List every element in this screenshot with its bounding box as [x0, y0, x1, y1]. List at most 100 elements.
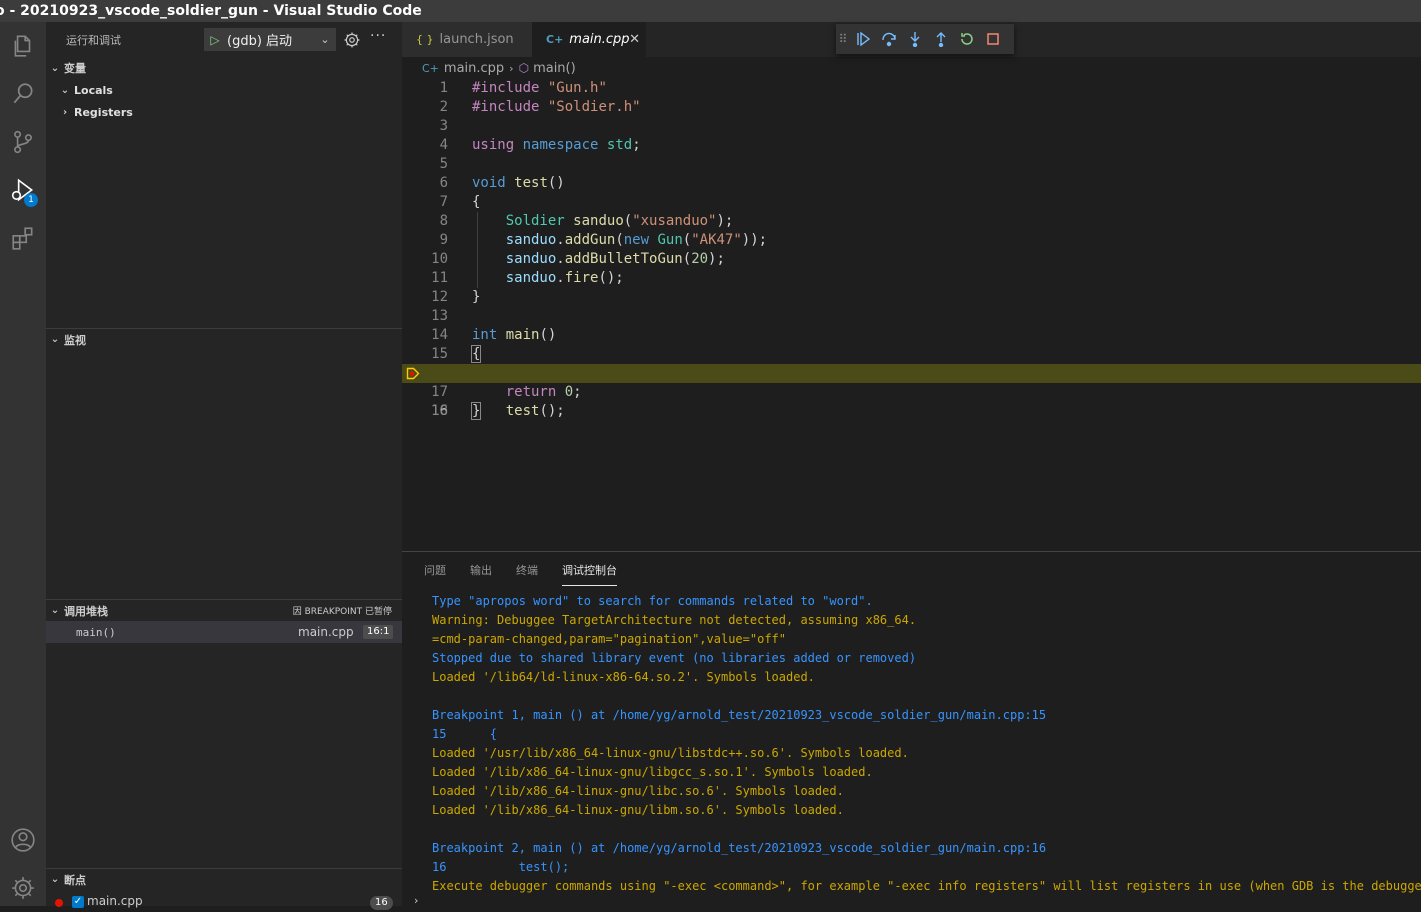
call-stack-title: 调用堆栈 — [64, 604, 108, 618]
console-line: 16 test(); — [432, 860, 570, 874]
console-line: Warning: Debuggee TargetArchitecture not… — [432, 613, 917, 627]
debug-sidebar: 运行和调试 ▷ (gdb) 启动 ⌄ ··· ⌄ 变量 ⌄ Locals › R… — [46, 22, 402, 910]
code-line: 4 using namespace std; — [439, 137, 641, 153]
code-editor[interactable]: 1 #include "Gun.h" 2 #include "Soldier.h" … — [402, 79, 1421, 551]
source-control-icon[interactable] — [0, 118, 46, 166]
breakpoint-paused-icon[interactable] — [406, 367, 420, 380]
chevron-down-icon: ⌄ — [50, 62, 60, 74]
paused-status: 因 BREAKPOINT 已暂停 — [292, 607, 392, 617]
extensions-icon[interactable] — [0, 214, 46, 262]
console-line: Loaded '/lib/x86_64-linux-gnu/libgcc_s.s… — [432, 765, 873, 779]
run-debug-icon[interactable]: 1 — [0, 166, 46, 214]
step-into-icon[interactable] — [902, 26, 928, 52]
scope-label: Locals — [74, 83, 113, 97]
chevron-down-icon: ⌄ — [50, 605, 60, 616]
chevron-down-icon: ⌄ — [50, 874, 60, 885]
code-line: 1 #include "Gun.h" — [439, 80, 607, 96]
stack-frame[interactable]: main() main.cpp 16:1 — [46, 621, 402, 643]
scope-registers[interactable]: › Registers — [46, 101, 402, 123]
code-line: 10 sanduo.addBulletToGun(20); — [431, 251, 725, 267]
watch-title: 监视 — [64, 333, 86, 347]
breadcrumb-symbol[interactable]: main() — [533, 61, 576, 76]
stack-frame-file: main.cpp — [298, 625, 354, 639]
step-over-icon[interactable] — [876, 26, 902, 52]
breakpoint-enabled-checkbox[interactable]: ✓ — [72, 896, 84, 908]
more-actions-icon[interactable]: ··· — [370, 28, 386, 44]
chevron-down-icon[interactable]: ⌄ — [315, 33, 335, 46]
console-line: Breakpoint 2, main () at /home/yg/arnold… — [432, 841, 1047, 855]
restart-icon[interactable] — [954, 26, 980, 52]
watch-section-header[interactable]: ⌄ 监视 — [46, 328, 402, 350]
breakpoints-section-header[interactable]: ⌄ 断点 — [46, 868, 402, 890]
current-execution-line: 16 test(); — [402, 364, 1421, 419]
cpp-file-icon: C+ — [546, 33, 564, 46]
breadcrumb: C+ main.cpp › ⬡ main() — [402, 57, 1421, 79]
scope-locals[interactable]: ⌄ Locals — [46, 79, 402, 101]
code-line: 8 Soldier sanduo("xusanduo"); — [439, 213, 734, 229]
console-line: Loaded '/lib/x86_64-linux-gnu/libm.so.6'… — [432, 803, 844, 817]
console-line: Breakpoint 1, main () at /home/yg/arnold… — [432, 708, 1047, 722]
launch-config-label: (gdb) 启动 — [227, 34, 293, 49]
activity-bar: 1 — [0, 22, 46, 906]
chevron-down-icon: ⌄ — [50, 334, 60, 345]
code-line: 9 sanduo.addGun(new Gun("AK47")); — [439, 232, 768, 248]
chevron-right-icon: › — [509, 61, 514, 75]
code-line: 12} — [431, 289, 481, 305]
breadcrumb-file[interactable]: main.cpp — [444, 61, 504, 76]
search-icon[interactable] — [0, 70, 46, 118]
console-input-prompt[interactable]: › — [414, 894, 418, 907]
code-line: 17 return 0; — [431, 384, 582, 400]
debug-toolbar: ⠿ — [836, 24, 1014, 54]
console-line: Loaded '/usr/lib/x86_64-linux-gnu/libstd… — [432, 746, 909, 760]
console-line: Execute debugger commands using "-exec <… — [432, 879, 1421, 893]
account-icon[interactable] — [0, 816, 46, 864]
stack-frame-position: 16:1 — [363, 625, 394, 639]
explorer-icon[interactable] — [0, 22, 46, 70]
call-stack-section-header[interactable]: ⌄ 调用堆栈 因 BREAKPOINT 已暂停 — [46, 599, 402, 621]
launch-config-select[interactable]: ▷ (gdb) 启动 ⌄ — [204, 28, 336, 51]
breakpoint-item[interactable]: ✓ main.cpp 16 — [46, 892, 402, 912]
tab-main-cpp[interactable]: C+ main.cpp ✕ — [532, 22, 646, 57]
console-line: =cmd-param-changed,param="pagination",va… — [432, 632, 787, 646]
code-line: 3 — [439, 118, 448, 134]
code-line: 2 #include "Soldier.h" — [439, 99, 641, 115]
method-icon: ⬡ — [518, 61, 530, 75]
breakpoint-line: 16 — [370, 896, 393, 910]
window-title: o - 20210923_vscode_soldier_gun - Visual… — [0, 3, 422, 19]
stop-icon[interactable] — [980, 26, 1006, 52]
sidebar-header: 运行和调试 ▷ (gdb) 启动 ⌄ ··· — [46, 22, 402, 57]
drag-handle-icon[interactable]: ⠿ — [836, 32, 850, 46]
code-line: 18} — [431, 402, 482, 420]
tab-launch-json[interactable]: { } launch.json — [402, 22, 532, 57]
step-out-icon[interactable] — [928, 26, 954, 52]
chevron-right-icon: › — [62, 106, 68, 118]
include-gun: "Gun.h" — [547, 80, 607, 96]
bottom-panel: 问题 输出 终端 调试控制台 Type "apropos word" to se… — [402, 551, 1421, 907]
console-line: Stopped due to shared library event (no … — [432, 651, 917, 665]
tab-terminal[interactable]: 终端 — [516, 562, 538, 578]
code-line: 11 sanduo.fire(); — [431, 270, 624, 286]
console-line: Loaded '/lib64/ld-linux-x86-64.so.2'. Sy… — [432, 670, 815, 684]
gear-icon[interactable] — [343, 31, 361, 49]
settings-gear-icon[interactable] — [0, 864, 46, 912]
tab-debug-console[interactable]: 调试控制台 — [562, 562, 617, 586]
debug-console-output: Type "apropos word" to search for comman… — [432, 592, 1421, 896]
tab-output[interactable]: 输出 — [470, 562, 492, 578]
console-line: Type "apropos word" to search for comman… — [432, 594, 873, 608]
cpp-file-icon: C+ — [422, 61, 439, 75]
start-debugging-icon[interactable]: ▷ — [205, 33, 225, 47]
window-title-bar: o - 20210923_vscode_soldier_gun - Visual… — [0, 0, 1421, 22]
code-line: 7{ — [439, 194, 481, 210]
code-line: 5 — [439, 156, 448, 172]
code-line: 6 void test() — [439, 175, 565, 191]
code-line: 13 — [431, 308, 448, 324]
variables-section-header[interactable]: ⌄ 变量 — [46, 57, 402, 79]
continue-icon[interactable] — [850, 26, 876, 52]
stack-frame-name: main() — [76, 625, 116, 639]
breakpoints-title: 断点 — [64, 873, 86, 887]
close-icon[interactable]: ✕ — [629, 32, 640, 47]
console-line: 15 { — [432, 727, 498, 741]
code-line: 14 int main() — [431, 327, 557, 343]
tab-problems[interactable]: 问题 — [424, 562, 446, 578]
